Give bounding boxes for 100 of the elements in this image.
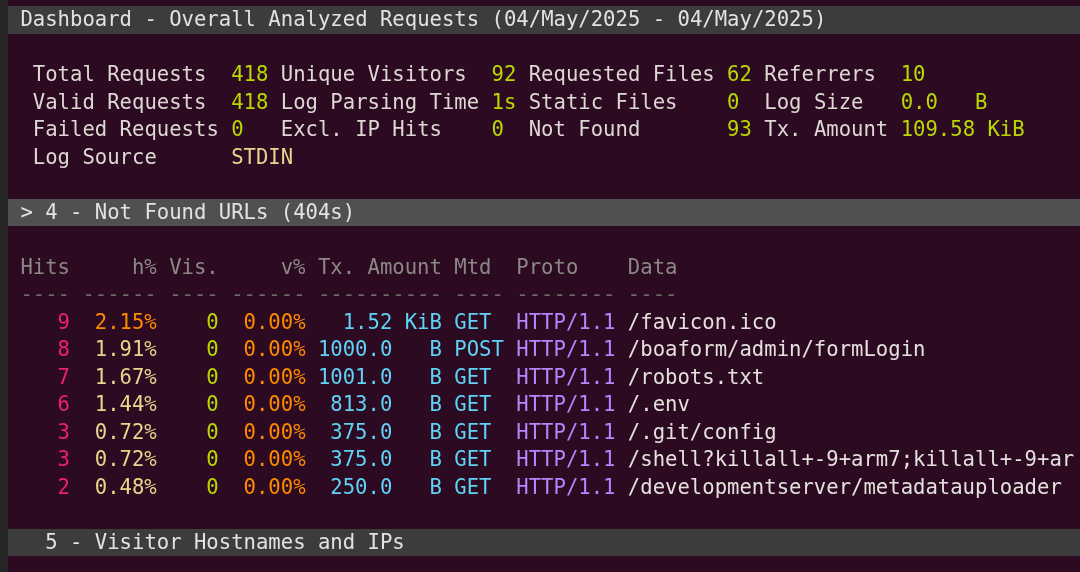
hits-percent-cell-text: 0.48%: [93, 473, 157, 501]
hits-cell-text: 7: [56, 363, 70, 391]
column-rule: --------: [516, 281, 616, 308]
stat-value: 1s: [491, 88, 518, 116]
request-path-cell-text: /shell?killall+-9+arm7;killall+-9+ar: [627, 446, 1075, 473]
column-rule: ----: [20, 281, 70, 308]
hits-cell-text: 3: [56, 418, 70, 446]
hits-percent-cell-text: 0.72%: [93, 446, 157, 473]
tx-amount-cell-text: 375.0 B: [329, 446, 442, 473]
column-header: Tx. Amount: [317, 253, 442, 281]
protocol-cell: HTTP/1.1: [516, 473, 616, 501]
column-header: Vis.: [169, 253, 219, 281]
method-cell-text: GET: [454, 446, 493, 473]
stat-value: 418: [231, 88, 270, 116]
visitors-percent-cell-text: 0.00%: [242, 473, 306, 501]
hits-cell-text: 2: [56, 473, 70, 501]
request-path-cell: /.git/config: [627, 418, 777, 446]
stat-value: STDIN: [231, 143, 294, 171]
protocol-cell-text: HTTP/1.1: [516, 336, 616, 363]
stat-label: Requested Files: [528, 61, 716, 88]
column-header: Mtd: [454, 253, 493, 281]
tx-amount-cell-text: 813.0 B: [329, 391, 442, 418]
stat-label: Log Parsing Time: [280, 88, 481, 116]
method-cell-text: GET: [454, 363, 493, 391]
visitors-cell-text: 0: [205, 473, 219, 501]
hits-percent-cell-text: 2.15%: [93, 308, 157, 336]
method-cell-text: GET: [454, 391, 493, 418]
visitors-cell-text: 0: [205, 363, 219, 391]
stat-value: 109.58 KiB: [900, 116, 1025, 143]
stat-value: 0.0 B: [900, 88, 988, 116]
stat-label: Referrers: [764, 61, 877, 88]
visitors-cell-text: 0: [205, 336, 219, 363]
stat-value: 0: [231, 116, 245, 143]
stat-label: Failed Requests: [32, 116, 220, 143]
stat-label: Unique Visitors: [280, 61, 468, 88]
column-header: Data: [627, 253, 678, 281]
visitors-cell-text: 0: [205, 446, 219, 473]
stat-value: 10: [900, 61, 926, 88]
visitors-percent-cell-text: 0.00%: [242, 446, 306, 473]
visitors-cell-text: 0: [205, 418, 219, 446]
stat-value: 92: [491, 61, 518, 88]
column-rule: ----: [169, 281, 219, 308]
visitors-cell-text: 0: [205, 308, 219, 336]
tx-amount-cell-text: 1.52 KiB: [341, 308, 442, 336]
dashboard-title-bar: Dashboard - Overall Analyzed Requests (04/May/2025 - 04/May/2025): [8, 6, 1080, 34]
stat-value: 93: [727, 116, 753, 143]
hits-percent-cell-text: 1.44%: [93, 391, 157, 418]
protocol-cell-text: HTTP/1.1: [516, 446, 616, 473]
hits-percent-cell-text: 0.72%: [93, 418, 157, 446]
request-path-cell-text: /boaform/admin/formLogin: [627, 336, 926, 363]
stat-label: Log Size: [764, 88, 865, 116]
hits-cell-text: 9: [56, 308, 70, 336]
method-cell-text: POST: [454, 336, 504, 363]
stat-label: Total Requests: [32, 61, 208, 88]
protocol-cell-text: HTTP/1.1: [516, 391, 616, 418]
column-rule: ----------: [317, 281, 442, 308]
visitors-percent-cell-text: 0.00%: [242, 336, 306, 363]
panel-bar[interactable]: 5 - Visitor Hostnames and IPs: [8, 528, 1080, 556]
hits-cell-text: 6: [56, 391, 70, 418]
visitors-cell-text: 0: [205, 391, 219, 418]
column-rule: ----: [454, 281, 504, 308]
method-cell-text: GET: [454, 308, 493, 336]
column-rule: ----: [627, 281, 678, 308]
protocol-cell: HTTP/1.1: [516, 308, 616, 336]
stat-label: Log Source: [32, 143, 158, 171]
stat-label: Tx. Amount: [764, 116, 890, 143]
hits-cell-text: 3: [56, 446, 70, 473]
tx-amount-cell-text: 250.0 B: [329, 473, 442, 501]
column-header: v%: [279, 253, 306, 281]
visitors-percent-cell-text: 0.00%: [242, 308, 306, 336]
tx-amount-cell: 1001.0 B: [317, 363, 442, 391]
stat-value: 62: [727, 61, 753, 88]
visitors-percent-cell-text: 0.00%: [242, 391, 306, 418]
panel-bar[interactable]: > 4 - Not Found URLs (404s): [8, 198, 1080, 226]
tx-amount-cell-text: 375.0 B: [329, 418, 442, 446]
request-path-cell: /developmentserver/metadatauploader: [627, 473, 1062, 501]
request-path-cell: /robots.txt: [627, 363, 765, 391]
column-rule: ------: [231, 281, 306, 308]
hits-percent-cell-text: 1.91%: [93, 336, 157, 363]
column-header: Hits: [20, 253, 70, 281]
protocol-cell: HTTP/1.1: [516, 363, 616, 391]
hits-cell-text: 8: [56, 336, 70, 363]
tx-amount-cell-text: 1000.0 B: [317, 336, 442, 363]
stat-value: 0: [727, 88, 741, 116]
visitors-percent-cell-text: 0.00%: [242, 363, 306, 391]
stat-label: Not Found: [528, 116, 642, 143]
method-cell-text: GET: [454, 473, 493, 501]
hits-percent-cell-text: 1.67%: [93, 363, 157, 391]
stat-label: Excl. IP Hits: [280, 116, 443, 143]
method-cell-text: GET: [454, 418, 493, 446]
visitors-percent-cell-text: 0.00%: [242, 418, 306, 446]
stat-value: 418: [231, 61, 270, 88]
column-header: h%: [130, 253, 157, 281]
column-header: Proto: [516, 253, 580, 281]
column-rule: ------: [82, 281, 157, 308]
stat-label: Valid Requests: [32, 88, 208, 116]
request-path-cell-text: /.env: [627, 391, 690, 418]
request-path-cell: /favicon.ico: [627, 308, 777, 336]
stat-value: 0: [491, 116, 505, 143]
stat-label: Static Files: [528, 88, 679, 116]
